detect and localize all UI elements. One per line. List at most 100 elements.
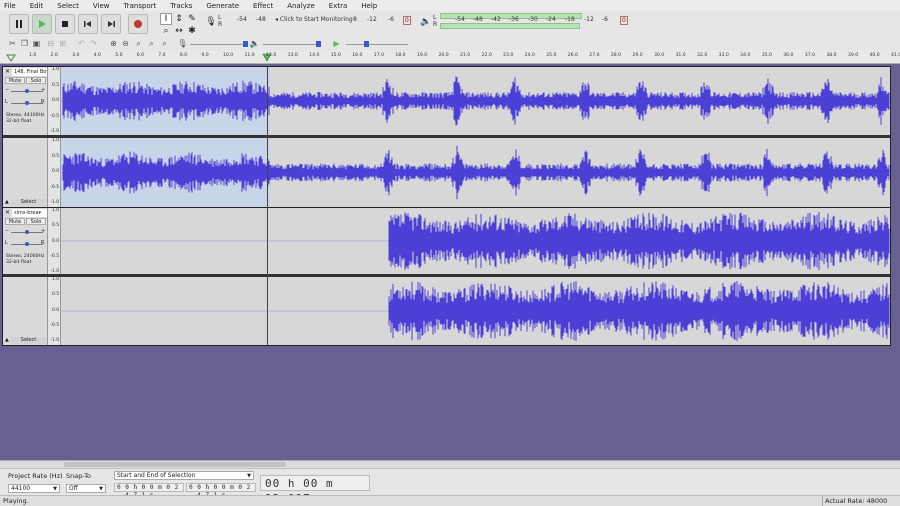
- playback-meter-tick: -6: [602, 16, 608, 23]
- selection-tool-icon[interactable]: I: [160, 13, 172, 25]
- copy-icon[interactable]: ❐: [19, 38, 30, 49]
- collapse-icon[interactable]: ▲: [5, 337, 9, 343]
- record-meter-prompt[interactable]: ◂ Click to Start Monitoring: [275, 16, 353, 23]
- playback-meter-right-bar[interactable]: [440, 23, 580, 29]
- menu-file[interactable]: File: [4, 2, 16, 10]
- speaker-icon: 🔈: [420, 17, 432, 27]
- undo-icon[interactable]: ↶: [76, 38, 87, 49]
- right-channel[interactable]: [61, 277, 890, 345]
- tracks-area[interactable]: ✕ 148. Final Bo▾ Mute Solo − + L R Stere…: [0, 64, 900, 460]
- project-rate-value: 44100: [11, 485, 31, 492]
- pause-button[interactable]: [9, 14, 29, 34]
- play-at-speed-icon[interactable]: ▶: [331, 38, 342, 49]
- mute-button[interactable]: Mute: [5, 218, 25, 225]
- mic-volume-icon: 🎙: [177, 39, 188, 48]
- skip-to-start-button[interactable]: [78, 14, 98, 34]
- ruler-tick-label: 26.0: [567, 53, 578, 58]
- paste-icon[interactable]: ▣: [31, 38, 42, 49]
- selection-mode-combo[interactable]: Start and End of Selection ▼: [114, 471, 254, 480]
- close-track-icon[interactable]: ✕: [5, 68, 11, 75]
- stop-button[interactable]: [55, 14, 75, 34]
- recording-volume-thumb[interactable]: [243, 41, 248, 47]
- project-rate-combo[interactable]: 44100 ▼: [8, 484, 60, 493]
- amplitude-tick-label: 1.0: [52, 277, 59, 282]
- trim-icon[interactable]: ⊟: [45, 38, 56, 49]
- menu-extra[interactable]: Extra: [329, 2, 347, 10]
- audio-position-time[interactable]: 00 h 00 m 12.097 s: [260, 475, 370, 505]
- menu-help[interactable]: Help: [361, 2, 377, 10]
- select-button[interactable]: Select: [11, 337, 46, 344]
- play-button[interactable]: [32, 14, 52, 34]
- cut-icon[interactable]: ✂: [7, 38, 18, 49]
- ruler-tick-label: 38.0: [826, 53, 837, 58]
- pin-head-icon[interactable]: [6, 54, 16, 62]
- play-speed-slider[interactable]: [346, 44, 408, 45]
- solo-button[interactable]: Solo: [26, 218, 46, 225]
- waveform-right[interactable]: [61, 138, 890, 207]
- redo-icon[interactable]: ↷: [88, 38, 99, 49]
- menu-transport[interactable]: Transport: [124, 2, 157, 10]
- ruler-tick-label: 5.0: [115, 53, 123, 58]
- left-channel[interactable]: [61, 67, 890, 135]
- close-track-icon[interactable]: ✕: [5, 209, 11, 216]
- pan-right-icon: R: [41, 99, 45, 105]
- zoom-out-icon[interactable]: ⊖: [120, 38, 131, 49]
- play-speed-thumb[interactable]: [364, 41, 369, 47]
- waveform-left[interactable]: [61, 67, 890, 135]
- multi-tool-icon[interactable]: ✱: [186, 25, 198, 37]
- recording-volume-slider[interactable]: [190, 44, 246, 45]
- microphone-icon: 🎙: [205, 17, 217, 27]
- solo-button[interactable]: Solo: [26, 77, 46, 84]
- menu-edit[interactable]: Edit: [30, 2, 44, 10]
- pan-slider-thumb[interactable]: [25, 242, 29, 246]
- menu-analyze[interactable]: Analyze: [287, 2, 315, 10]
- mute-button[interactable]: Mute: [5, 77, 25, 84]
- collapse-icon[interactable]: ▲: [5, 199, 9, 205]
- time-shift-tool-icon[interactable]: ↔: [173, 25, 185, 37]
- ruler-tick-label: 2.0: [50, 53, 58, 58]
- track-name-menu[interactable]: 148. Final Bo▾: [12, 68, 47, 76]
- menu-generate[interactable]: Generate: [206, 2, 239, 10]
- zoom-in-icon[interactable]: ⊕: [108, 38, 119, 49]
- audio-track-1[interactable]: ✕ 148. Final Bo▾ Mute Solo − + L R Stere…: [2, 66, 891, 208]
- ruler-tick-label: 3.0: [72, 53, 80, 58]
- playback-volume-thumb[interactable]: [316, 41, 321, 47]
- selection-start-time[interactable]: 0 0 h 0 0 m 0 2 . 4 7 1 s: [114, 483, 184, 499]
- left-channel[interactable]: [61, 208, 890, 274]
- silence-icon[interactable]: ⊞: [57, 38, 68, 49]
- track-name-menu[interactable]: sims-brea▾: [12, 209, 47, 217]
- audio-track-2[interactable]: ✕ sims-brea▾ Mute Solo − + L R Stereo, 2…: [2, 207, 891, 346]
- draw-tool-icon[interactable]: ✎: [186, 13, 198, 25]
- ruler-tick-label: 33.0: [718, 53, 729, 58]
- fit-project-icon[interactable]: ⌕: [146, 38, 157, 49]
- record-button[interactable]: [128, 14, 148, 34]
- pause-icon: [16, 20, 22, 28]
- select-button[interactable]: Select: [11, 199, 46, 206]
- selection-end-time[interactable]: 0 0 h 0 0 m 0 2 . 4 7 1 s: [186, 483, 256, 499]
- timeline-ruler[interactable]: 1.0 2.0 3.0 4.0 5.0 6.0 7.0 8.0 9.0 10.0 11.0 12.0 1…: [0, 51, 900, 64]
- horizontal-scrollbar[interactable]: [0, 460, 900, 468]
- menu-tracks[interactable]: Tracks: [170, 2, 192, 10]
- scrollbar-thumb[interactable]: [64, 462, 286, 467]
- menu-effect[interactable]: Effect: [253, 2, 273, 10]
- amplitude-tick-label: -1.0: [50, 200, 59, 205]
- fit-selection-icon[interactable]: ⌕: [133, 38, 144, 49]
- zoom-toggle-icon[interactable]: ⌕: [159, 38, 170, 49]
- right-channel[interactable]: [61, 138, 890, 207]
- amplitude-tick-label: 0.0: [52, 307, 59, 313]
- gain-slider-thumb[interactable]: [25, 89, 29, 93]
- menu-select[interactable]: Select: [57, 2, 79, 10]
- waveform-right[interactable]: [61, 277, 890, 345]
- gain-slider-thumb[interactable]: [25, 230, 29, 234]
- waveform-left[interactable]: [61, 208, 890, 274]
- menu-view[interactable]: View: [93, 2, 110, 10]
- snap-to-combo[interactable]: Off ▼: [66, 484, 106, 493]
- zoom-tool-icon[interactable]: ⌕: [160, 25, 172, 37]
- pan-slider-thumb[interactable]: [25, 101, 29, 105]
- edit-toolbar: ✂ ❐ ▣ ⊟ ⊞ ↶ ↷ ⊕ ⊖ ⌕ ⌕ ⌕ 🎙 🔈 ▶: [0, 37, 900, 51]
- playback-volume-slider[interactable]: [263, 44, 319, 45]
- ruler-tick-label: 15.0: [330, 53, 341, 58]
- amplitude-tick-label: 0.5: [52, 153, 59, 159]
- skip-to-end-button[interactable]: [101, 14, 121, 34]
- envelope-tool-icon[interactable]: ⇕: [173, 13, 185, 25]
